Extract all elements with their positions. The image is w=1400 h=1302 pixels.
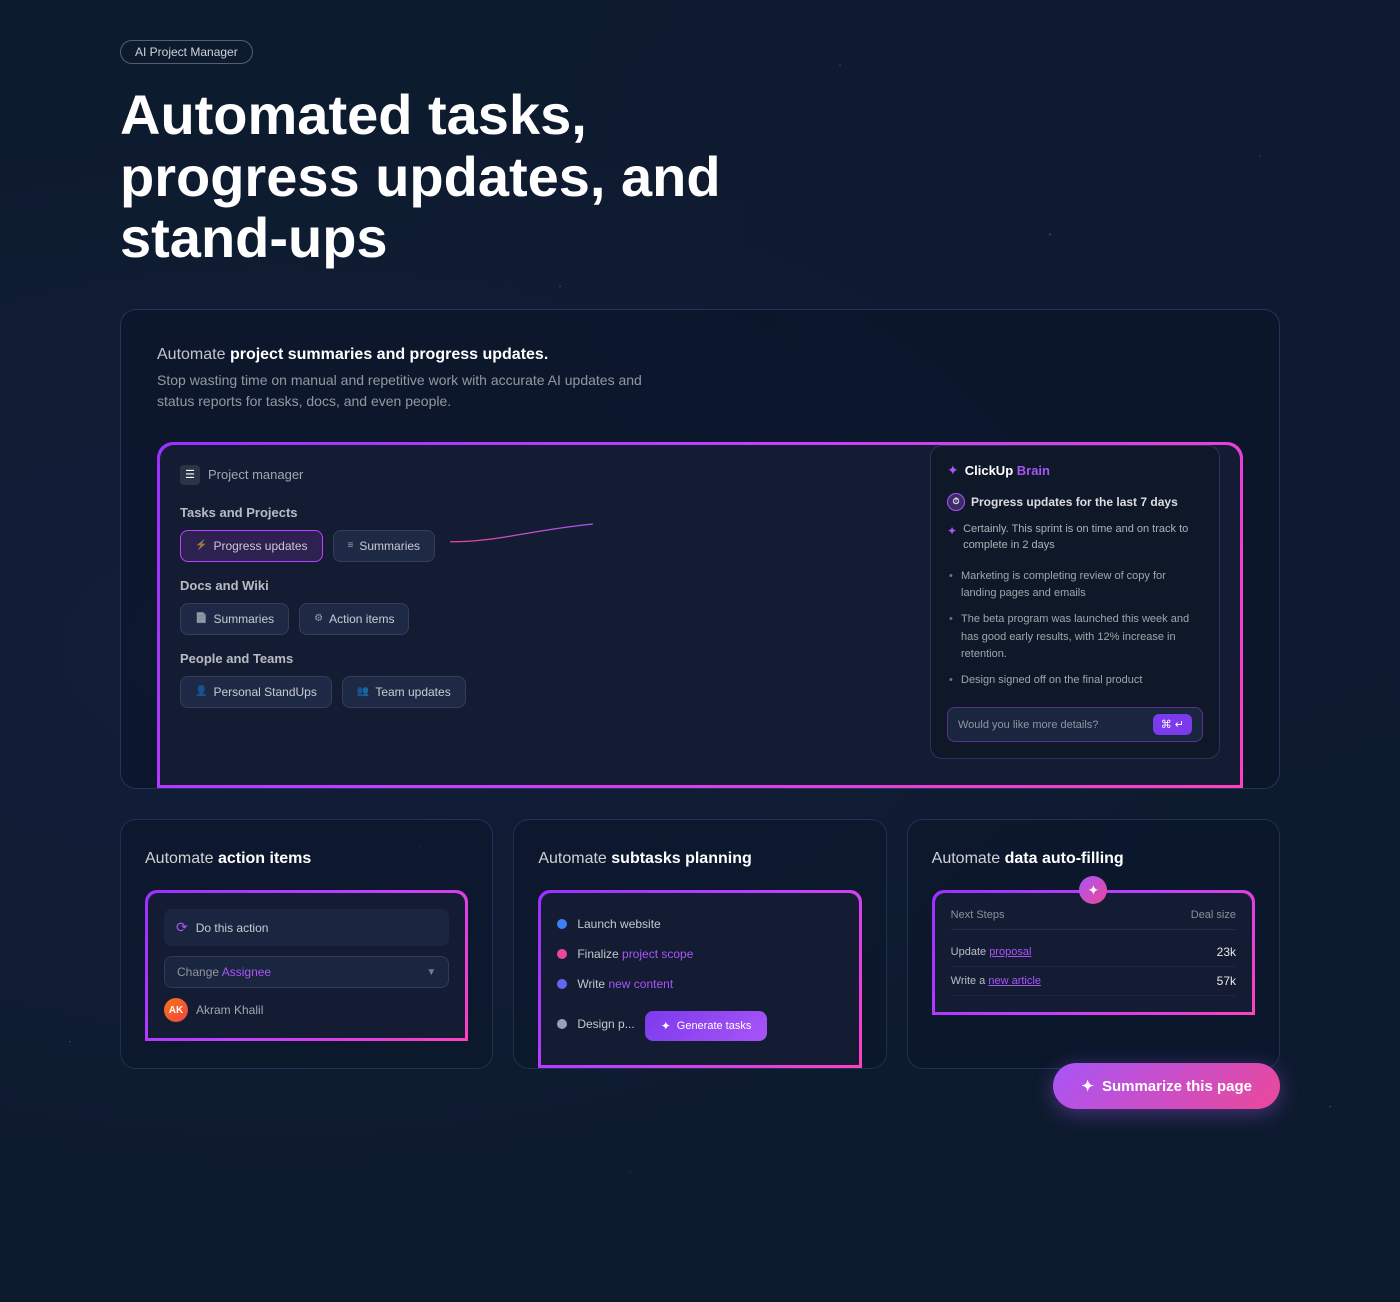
ai-project-manager-badge: AI Project Manager [120,40,253,64]
data-table-row-1: Update proposal 23k [951,938,1236,967]
subtasks-demo-inner: Launch website Finalize project scope Wr… [541,893,858,1065]
brain-input-row[interactable]: Would you like more details? ⌘ ↵ [947,707,1203,742]
action-avatar: AK [164,998,188,1022]
subtask-dot-2 [557,949,567,959]
brain-query-icon: ⏱ [947,493,965,511]
summarize-page-button[interactable]: ✦ Summarize this page [1053,1063,1280,1109]
summaries-docs-btn[interactable]: 📄 Summaries [180,603,289,635]
select-chevron-icon: ▼ [426,967,436,978]
col2-header: Deal size [1191,909,1236,921]
brain-logo: ClickUp Brain [965,463,1050,478]
brain-bullet-1: Marketing is completing review of copy f… [947,564,1203,607]
brain-header: ✦ ClickUp Brain [947,462,1203,479]
action-demo: ⟳ Do this action Change Assignee ▼ AK Ak… [145,890,468,1041]
action-select[interactable]: Change Assignee ▼ [164,956,449,988]
people-button-row: 👤 Personal StandUps 👥 Team updates [180,676,752,708]
brain-input-placeholder: Would you like more details? [958,719,1145,731]
demo-container: ☰ Project manager [157,442,1243,788]
data-autofill-card: Automate data auto-filling ✦ Next Steps … [907,819,1280,1069]
bottom-cards: Automate action items ⟳ Do this action C… [120,819,1280,1069]
standup-icon: 👤 [195,686,207,697]
hero-title: Automated tasks, progress updates, and s… [120,84,740,269]
data-autofill-title: Automate data auto-filling [932,848,1255,870]
sparkle-icon: ✦ [661,1019,671,1033]
summaries-tasks-btn[interactable]: ≡ Summaries [333,530,436,562]
subtask-dot-1 [557,919,567,929]
brain-bullets: Marketing is completing review of copy f… [947,564,1203,694]
data-table-header: Next Steps Deal size [951,909,1236,930]
team-icon: 👥 [357,686,369,697]
summarize-sparkle-icon: ✦ [1081,1077,1094,1095]
brain-bullet-2: The beta program was launched this week … [947,607,1203,668]
col1-header: Next Steps [951,909,1005,921]
summaries-tasks-icon: ≡ [348,540,354,551]
action-items-btn[interactable]: ⚙ Action items [299,603,409,635]
page-wrapper: AI Project Manager Automated tasks, prog… [0,0,1400,1149]
brain-panel: ✦ ClickUp Brain ⏱ Progress updates for t… [930,445,1220,760]
subtasks-demo: Launch website Finalize project scope Wr… [538,890,861,1068]
docs-section-title: Docs and Wiki [180,578,752,593]
brain-send-btn[interactable]: ⌘ ↵ [1153,714,1192,735]
generate-tasks-btn[interactable]: ✦ Generate tasks [645,1011,768,1041]
tasks-button-row: ⚡ Progress updates ≡ Summaries [180,530,752,562]
main-feature-card: Automate project summaries and progress … [120,309,1280,789]
subtask-item-3: Write new content [557,969,842,999]
demo-header-title: Project manager [208,467,303,482]
action-user: AK Akram Khalil [164,998,449,1022]
action-icon: ⚙ [314,613,323,624]
brain-query: ⏱ Progress updates for the last 7 days [947,493,1203,511]
feature-description: Automate project summaries and progress … [157,346,1243,364]
subtask-dot-3 [557,979,567,989]
subtasks-card: Automate subtasks planning Launch websit… [513,819,886,1069]
progress-icon: ⚡ [195,540,207,551]
data-table-row-2: Write a new article 57k [951,967,1236,996]
data-demo: ✦ Next Steps Deal size Update proposal 2… [932,890,1255,1015]
people-section-title: People and Teams [180,651,752,666]
action-items-card: Automate action items ⟳ Do this action C… [120,819,493,1069]
docs-button-row: 📄 Summaries ⚙ Action items [180,603,752,635]
action-item-row: ⟳ Do this action [164,909,449,946]
team-updates-btn[interactable]: 👥 Team updates [342,676,466,708]
action-demo-inner: ⟳ Do this action Change Assignee ▼ AK Ak… [148,893,465,1038]
subtask-item-1: Launch website [557,909,842,939]
progress-updates-btn[interactable]: ⚡ Progress updates [180,530,323,562]
project-manager-icon: ☰ [180,465,200,485]
badge-label: AI Project Manager [135,45,238,59]
brain-ai-response: ✦ Certainly. This sprint is on time and … [947,521,1203,554]
subtasks-title: Automate subtasks planning [538,848,861,870]
demo-inner: ☰ Project manager [160,445,1240,785]
brain-sparkle-icon: ✦ [947,462,959,479]
subtask-item-4: Design p... ✦ Generate tasks [557,999,842,1049]
brain-bullet-3: Design signed off on the final product [947,668,1203,694]
action-items-title: Automate action items [145,848,468,870]
subtask-item-2: Finalize project scope [557,939,842,969]
demo-left-section: Tasks and Projects ⚡ Progress updates ≡ … [180,505,752,708]
feature-subtitle: Stop wasting time on manual and repetiti… [157,370,657,412]
doc-icon: 📄 [195,613,207,624]
brain-ai-icon: ✦ [947,522,957,554]
subtask-dot-4 [557,1019,567,1029]
tasks-section-title: Tasks and Projects [180,505,752,520]
data-sparkle-badge: ✦ [1079,876,1107,904]
action-item-icon: ⟳ [176,919,188,936]
standup-btn[interactable]: 👤 Personal StandUps [180,676,332,708]
data-demo-inner: Next Steps Deal size Update proposal 23k… [935,893,1252,1012]
